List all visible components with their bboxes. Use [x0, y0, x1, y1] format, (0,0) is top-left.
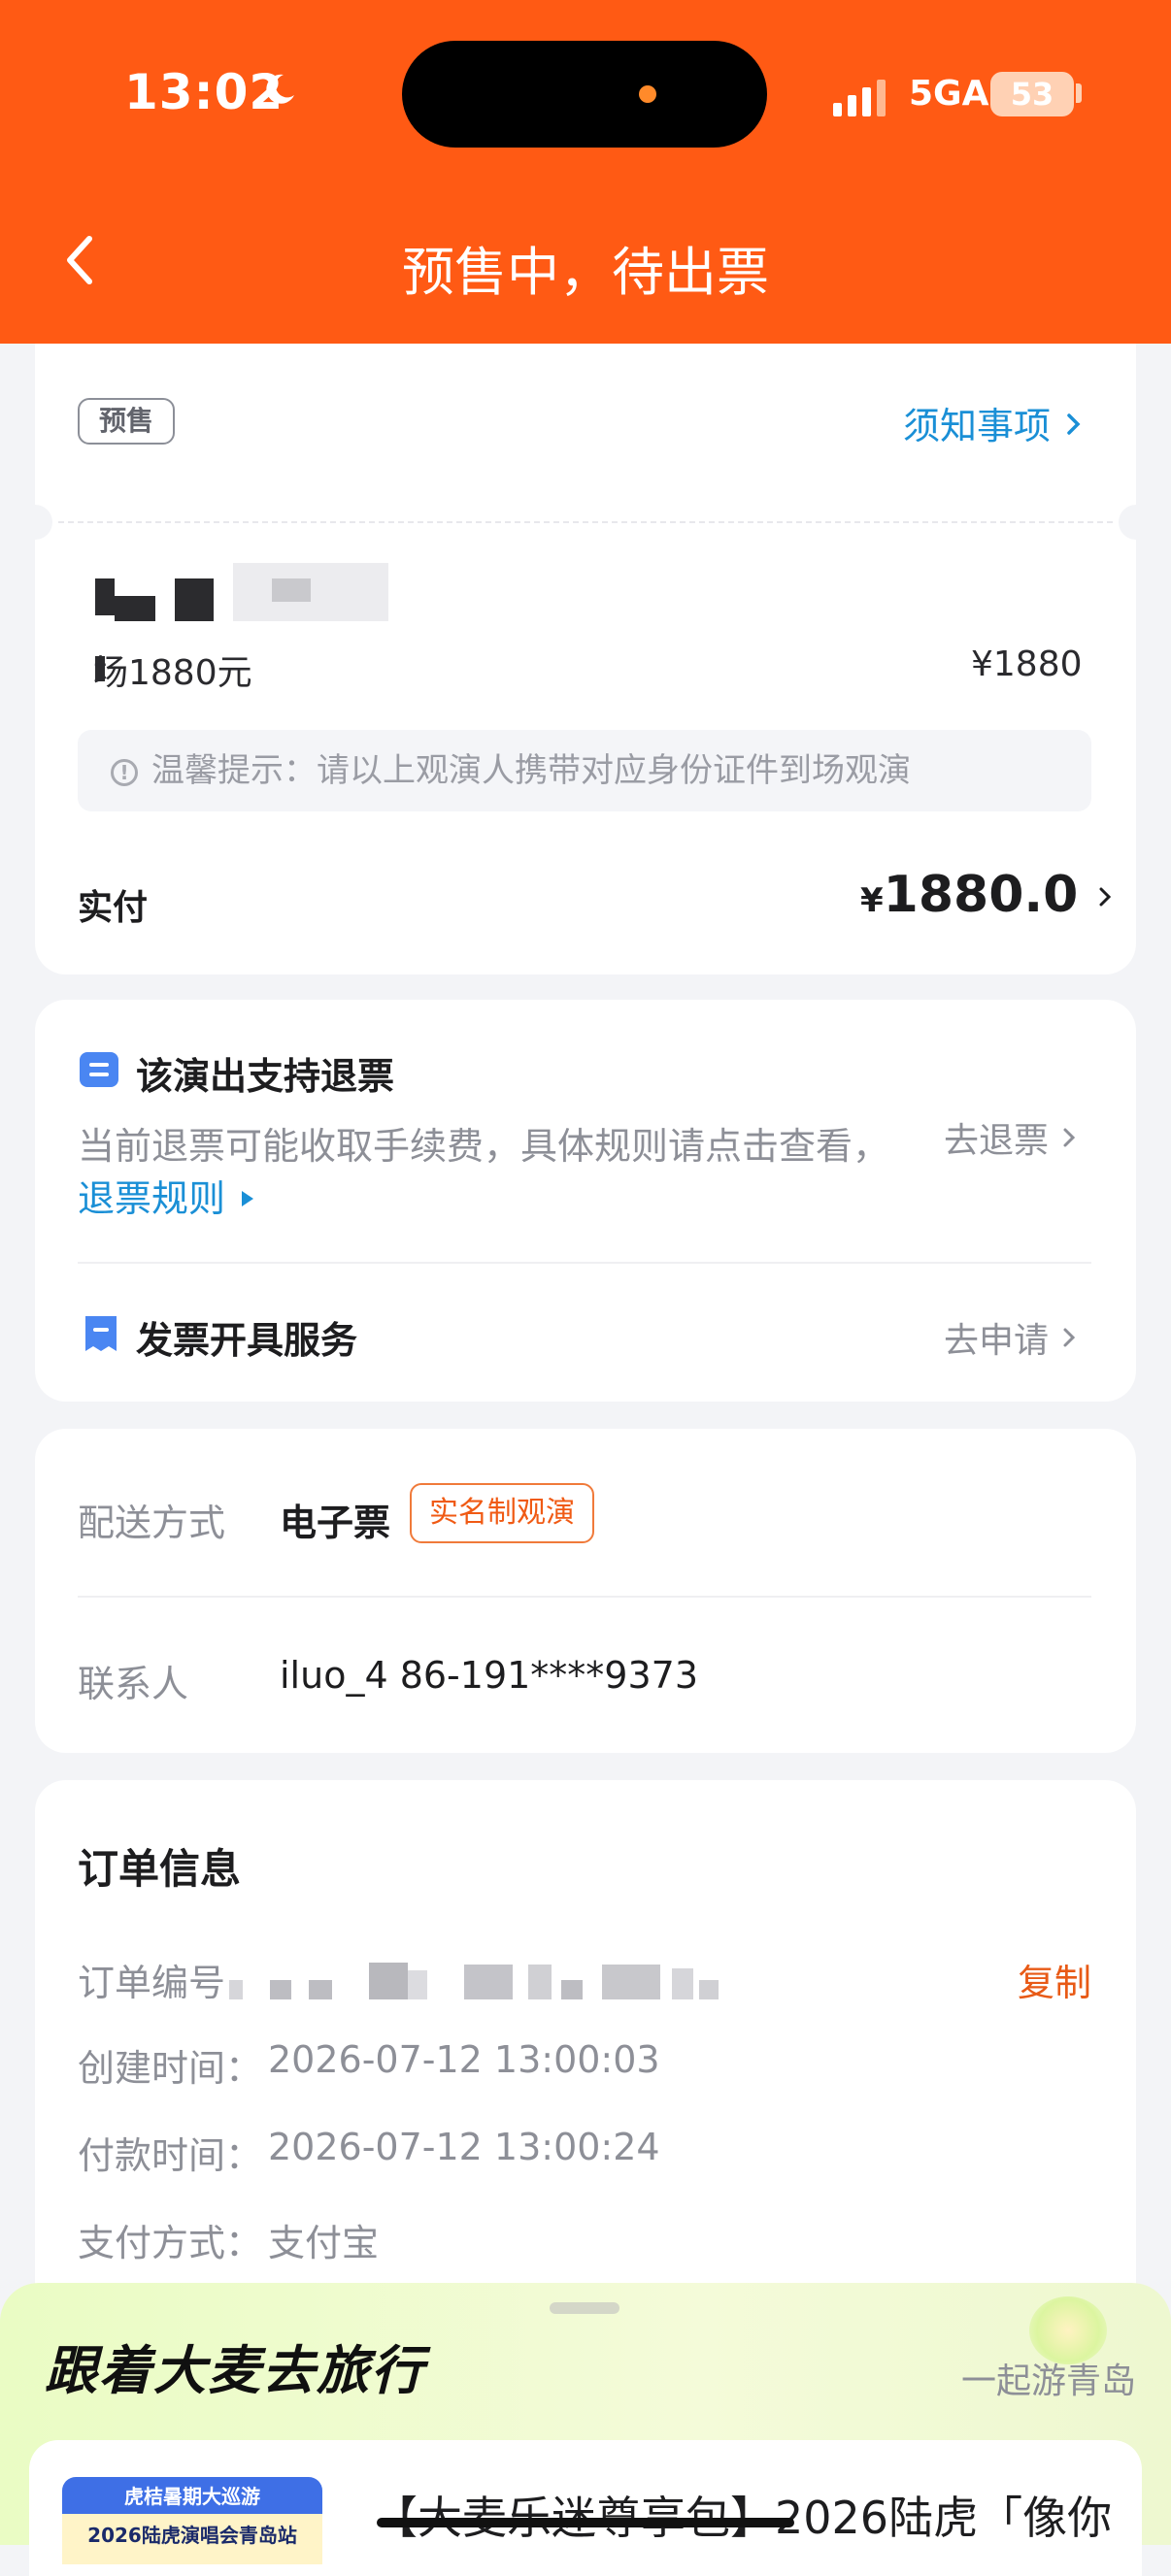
promo-image-line1: 虎桔暑期大巡游 — [124, 2485, 260, 2508]
go-refund-button[interactable]: 去退票 — [944, 1112, 1081, 1163]
redacted-order-number — [699, 1980, 719, 1999]
redacted-order-number — [464, 1965, 513, 1999]
perforation-left — [17, 505, 52, 540]
created-time-value: 2026-07-12 13:00:03 — [268, 2038, 660, 2081]
redacted-name — [95, 578, 115, 615]
refund-description: 当前退票可能收取手续费，具体规则请点击查看， — [78, 1125, 890, 1168]
paid-label: 实付 — [78, 888, 149, 928]
copy-button[interactable]: 复制 — [1018, 1953, 1091, 2006]
paid-time-label: 付款时间： — [78, 2134, 263, 2177]
delivery-method-label: 配送方式 — [78, 1502, 226, 1544]
perforation-right — [1119, 505, 1154, 540]
battery-level: 53 — [990, 72, 1074, 116]
chevron-right-icon — [1063, 1128, 1076, 1147]
camera-indicator-dot — [639, 85, 656, 103]
network-type: 5GA — [909, 74, 989, 114]
promo-item-title[interactable]: 【大麦乐迷尊享包】2026陆虎「像你 — [373, 2483, 1112, 2547]
invoice-title: 发票开具服务 — [136, 1319, 358, 1362]
dynamic-island — [402, 41, 767, 148]
redacted-name — [233, 563, 388, 621]
divider — [78, 1596, 1091, 1598]
redacted-order-number — [369, 1963, 408, 1999]
redacted-name — [272, 578, 311, 602]
promo-title: 跟着大麦去旅行 — [45, 2340, 425, 2401]
promo-image-line2: 2026陆虎演唱会青岛站 — [87, 2524, 297, 2547]
created-time-label: 创建时间： — [78, 2047, 263, 2090]
refund-rule-link[interactable]: 退票规则 — [78, 1169, 258, 1222]
presale-tag: 预售 — [78, 398, 175, 445]
battery-cap — [1076, 83, 1082, 103]
redacted-order-number — [229, 1980, 243, 1999]
promo-item-image[interactable]: 虎桔暑期大巡游 2026陆虎演唱会青岛站 — [62, 2477, 322, 2564]
invoice-icon — [85, 1316, 117, 1351]
divider — [78, 1262, 1091, 1264]
paid-time-value: 2026-07-12 13:00:24 — [268, 2126, 660, 2168]
notice-link-label: 须知事项 — [903, 405, 1052, 447]
redacted-order-number — [602, 1965, 660, 1999]
paid-currency: ¥ — [860, 881, 884, 920]
go-refund-label: 去退票 — [944, 1121, 1050, 1161]
order-number-label: 订单编号 — [78, 1962, 226, 2004]
pay-method-value: 支付宝 — [268, 2222, 380, 2264]
redacted-order-number — [270, 1980, 291, 1999]
redacted-order-number — [309, 1980, 332, 1999]
order-info-title: 订单信息 — [78, 1845, 242, 1893]
chevron-right-icon — [1063, 1328, 1076, 1347]
contact-label: 联系人 — [78, 1663, 189, 1705]
status-time: 13:02 — [124, 64, 284, 120]
notice-link[interactable]: 须知事项 — [903, 396, 1086, 449]
seat-description: 场1880元 — [93, 653, 252, 693]
redacted-name — [115, 596, 155, 621]
ticket-divider — [58, 521, 1113, 523]
pay-method-label: 支付方式： — [78, 2222, 263, 2264]
promo-subtitle[interactable]: 一起游青岛 — [961, 2353, 1136, 2403]
warm-tip-text: 温馨提示：请以上观演人携带对应身份证件到场观演 — [151, 751, 911, 790]
info-icon: ! — [111, 758, 138, 786]
redacted-order-number — [408, 1970, 427, 1999]
redacted-order-number — [672, 1968, 693, 1999]
realname-tag: 实名制观演 — [410, 1483, 594, 1543]
delivery-method-value: 电子票 — [280, 1502, 391, 1544]
seat-price: ¥1880 — [971, 644, 1083, 684]
redacted-order-number — [561, 1980, 583, 1999]
go-apply-label: 去申请 — [944, 1321, 1050, 1361]
refund-title: 该演出支持退票 — [136, 1055, 395, 1098]
sheet-grabber[interactable] — [550, 2302, 619, 2314]
paid-amount[interactable]: ¥1880.0 — [860, 866, 1117, 924]
redacted-order-number — [528, 1965, 552, 1999]
warm-tip: ! 温馨提示：请以上观演人携带对应身份证件到场观演 — [78, 730, 1091, 811]
refund-ticket-icon — [80, 1052, 118, 1087]
chevron-right-icon — [1067, 413, 1081, 435]
signal-icon — [833, 80, 886, 116]
play-triangle-icon — [242, 1191, 254, 1206]
refund-rule-label: 退票规则 — [78, 1177, 226, 1220]
delivery-card — [35, 1429, 1136, 1753]
contact-value: iluo_4 86-191****9373 — [280, 1654, 699, 1697]
page-title: 预售中，待出票 — [402, 242, 769, 303]
moon-icon — [266, 74, 294, 104]
redacted-name — [175, 578, 214, 621]
chevron-right-icon — [1099, 887, 1112, 907]
paid-amount-value: 1880.0 — [883, 866, 1079, 924]
promo-strike-mark — [377, 2518, 794, 2527]
go-apply-button[interactable]: 去申请 — [944, 1312, 1081, 1363]
